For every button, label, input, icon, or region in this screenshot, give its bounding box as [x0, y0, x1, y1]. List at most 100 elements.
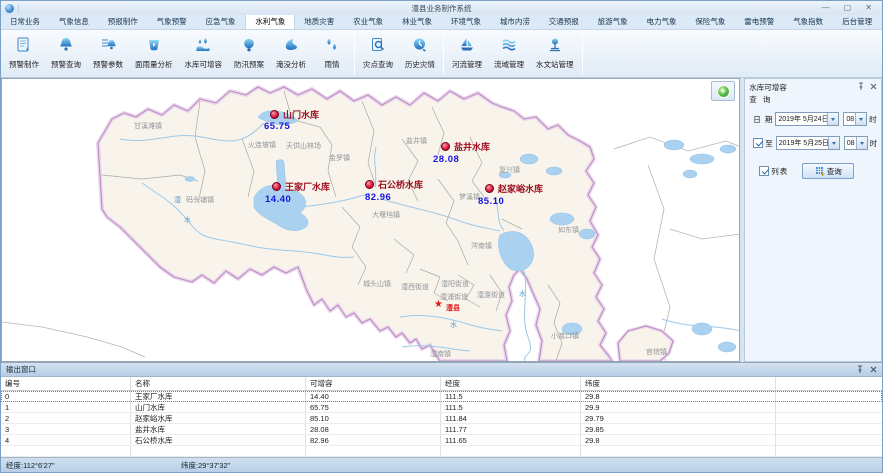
to-label: 至	[765, 138, 774, 149]
hour-to-select[interactable]: 08	[844, 136, 868, 150]
query-button-label: 查询	[827, 166, 842, 177]
toolbar-item-reservoir-capacity[interactable]: 水库可增容	[179, 30, 229, 77]
menu-tab-weather-warning[interactable]: 气象预警	[148, 15, 197, 29]
toolbar-item-alert-params[interactable]: 预警参数	[87, 30, 129, 77]
hour-suffix-label: 时	[870, 138, 879, 149]
cell-latitude: 29.8	[581, 391, 776, 401]
menu-tab-hydro-weather[interactable]: 水利气象	[245, 15, 295, 29]
table-row[interactable]: 1 山门水库 65.75 111.5 29.9	[1, 402, 882, 413]
table-row[interactable]: 2 赵家峪水库 85.10 111.84 29.79	[1, 413, 882, 424]
toolbar-item-hydro-station-manage[interactable]: 水文站管理	[530, 30, 580, 77]
status-latitude: 纬度:29°37'32"	[181, 460, 230, 471]
chevron-down-icon[interactable]	[855, 113, 866, 125]
hour-from-select[interactable]: 08	[843, 112, 867, 126]
menu-tab-weather-index[interactable]: 气象指数	[784, 15, 833, 29]
reservoir-marker[interactable]	[272, 182, 281, 191]
menu-tab-lightning-warning[interactable]: 雷电预警	[735, 15, 784, 29]
maximize-icon[interactable]: ▢	[844, 2, 852, 14]
toolbar-item-label: 预警制作	[9, 59, 39, 70]
chevron-down-icon[interactable]	[827, 113, 838, 125]
toolbar-item-basin-manage[interactable]: 流域管理	[488, 30, 530, 77]
menu-tab-emergency[interactable]: 应急气象	[197, 15, 246, 29]
town-label: 天供山林场	[286, 141, 321, 151]
menu-tab-agri-weather[interactable]: 农业气象	[344, 15, 393, 29]
column-header[interactable]: 编号	[1, 377, 131, 390]
to-date-checkbox[interactable]	[753, 138, 763, 148]
toolbar-item-alert-query[interactable]: 预警查询	[45, 30, 87, 77]
menu-tab-forecast-make[interactable]: 预报制作	[99, 15, 148, 29]
cell-latitude: 29.85	[581, 424, 776, 434]
hour-suffix-label: 时	[869, 114, 878, 125]
column-header[interactable]: 名称	[131, 377, 306, 390]
table-row[interactable]: 4 石公桥水库 82.96 111.65 29.8	[1, 435, 882, 446]
reservoir-marker[interactable]	[270, 110, 279, 119]
menu-tab-admin[interactable]: 后台管理	[833, 15, 882, 29]
cell-id: 4	[1, 435, 131, 445]
column-header[interactable]: 经度	[441, 377, 581, 390]
menu-tab-tourism-weather[interactable]: 旅游气象	[589, 15, 638, 29]
reservoir-value: 82.96	[365, 192, 391, 203]
waves-icon	[500, 33, 518, 57]
toolbar-separator	[443, 32, 444, 75]
minimize-icon[interactable]: —	[822, 2, 830, 14]
toolbar-item-disaster-history[interactable]: 历史灾情	[399, 30, 441, 77]
menu-tab-traffic-forecast[interactable]: 交通预报	[540, 15, 589, 29]
reservoir-marker[interactable]	[485, 184, 494, 193]
town-label: 澧阳街道	[441, 279, 469, 289]
table-row[interactable]: 0 王家厂水库 14.40 111.5 29.8	[1, 391, 882, 402]
date-from-select[interactable]: 2019年 5月24日	[775, 112, 839, 126]
zoom-in-button[interactable]: +	[717, 85, 730, 98]
county-map[interactable]: 甘溪滩镇 火连坡镇 天供山林场 金罗镇 盐井镇 码头铺镇 复兴镇 梦溪镇 大堰垱…	[2, 79, 740, 361]
toolbar-separator	[354, 32, 355, 75]
menu-tab-geo-disaster[interactable]: 地质灾害	[295, 15, 344, 29]
column-header[interactable]: 纬度	[581, 377, 776, 390]
sailboat-icon	[458, 33, 476, 57]
menu-tab-urban-flood[interactable]: 城市内涝	[491, 15, 540, 29]
toolbar-item-label: 雨情	[325, 59, 340, 70]
reservoir-marker[interactable]	[441, 142, 450, 151]
toolbar-item-area-rain-analysis[interactable]: 面雨量分析	[129, 30, 179, 77]
pin-icon[interactable]	[856, 365, 864, 374]
toolbar-item-rain-info[interactable]: 雨情	[312, 30, 352, 77]
doc-magnifier-icon	[369, 33, 387, 57]
toolbar-item-river-manage[interactable]: 河流管理	[446, 30, 488, 77]
menu-tab-weather-info[interactable]: 气象信息	[50, 15, 99, 29]
reservoir-name: 石公桥水库	[378, 178, 423, 191]
table-row-empty	[1, 446, 882, 457]
output-window: 输出窗口 编号 名称 可增容 经度 纬度 0 王家厂水库 14.40 111.5…	[1, 362, 882, 457]
pin-icon[interactable]	[857, 82, 865, 91]
menu-tab-insurance-weather[interactable]: 保险气象	[686, 15, 735, 29]
hour-from-value: 08	[844, 116, 855, 123]
menu-tab-power-weather[interactable]: 电力气象	[638, 15, 687, 29]
map-panel[interactable]: 甘溪滩镇 火连坡镇 天供山林场 金罗镇 盐井镇 码头铺镇 复兴镇 梦溪镇 大堰垱…	[1, 78, 740, 362]
toolbar-item-label: 防汛预案	[234, 59, 264, 70]
output-close-icon[interactable]	[870, 366, 877, 373]
toolbar-item-flood-plan[interactable]: 防汛预案	[228, 30, 270, 77]
panel-close-icon[interactable]	[870, 83, 877, 90]
query-button[interactable]: 查询	[802, 163, 854, 179]
town-label: 澧浦街道	[440, 292, 468, 302]
date-to-value: 2019年 5月25日	[777, 138, 828, 148]
column-header[interactable]: 可增容	[306, 377, 441, 390]
close-icon[interactable]: ✕	[865, 2, 872, 14]
cell-longitude: 111.77	[441, 424, 581, 434]
river-label: 水	[450, 320, 457, 330]
toolbar-item-label: 河流管理	[452, 59, 482, 70]
toolbar-separator	[582, 32, 583, 75]
date-to-select[interactable]: 2019年 5月25日	[776, 136, 840, 150]
menu-tab-forest-weather[interactable]: 林业气象	[393, 15, 442, 29]
chevron-down-icon[interactable]	[856, 137, 867, 149]
reservoir-marker[interactable]	[365, 180, 374, 189]
toolbar-item-disaster-point-query[interactable]: 灾点查询	[357, 30, 399, 77]
chevron-down-icon[interactable]	[828, 137, 839, 149]
town-label: 澧西街道	[401, 282, 429, 292]
title-bar: 澧县业务制作系统 — ▢ ✕	[1, 1, 882, 15]
menu-tab-env-weather[interactable]: 环境气象	[442, 15, 491, 29]
toolbar-item-label: 预警查询	[51, 59, 81, 70]
list-checkbox[interactable]	[759, 166, 769, 176]
toolbar-item-label: 灾点查询	[363, 59, 393, 70]
table-row[interactable]: 3 盐井水库 28.08 111.77 29.85	[1, 424, 882, 435]
menu-tab-daily[interactable]: 日常业务	[1, 15, 50, 29]
toolbar-item-inundation-analysis[interactable]: 淹没分析	[270, 30, 312, 77]
toolbar-item-alert-create[interactable]: 预警制作	[3, 30, 45, 77]
